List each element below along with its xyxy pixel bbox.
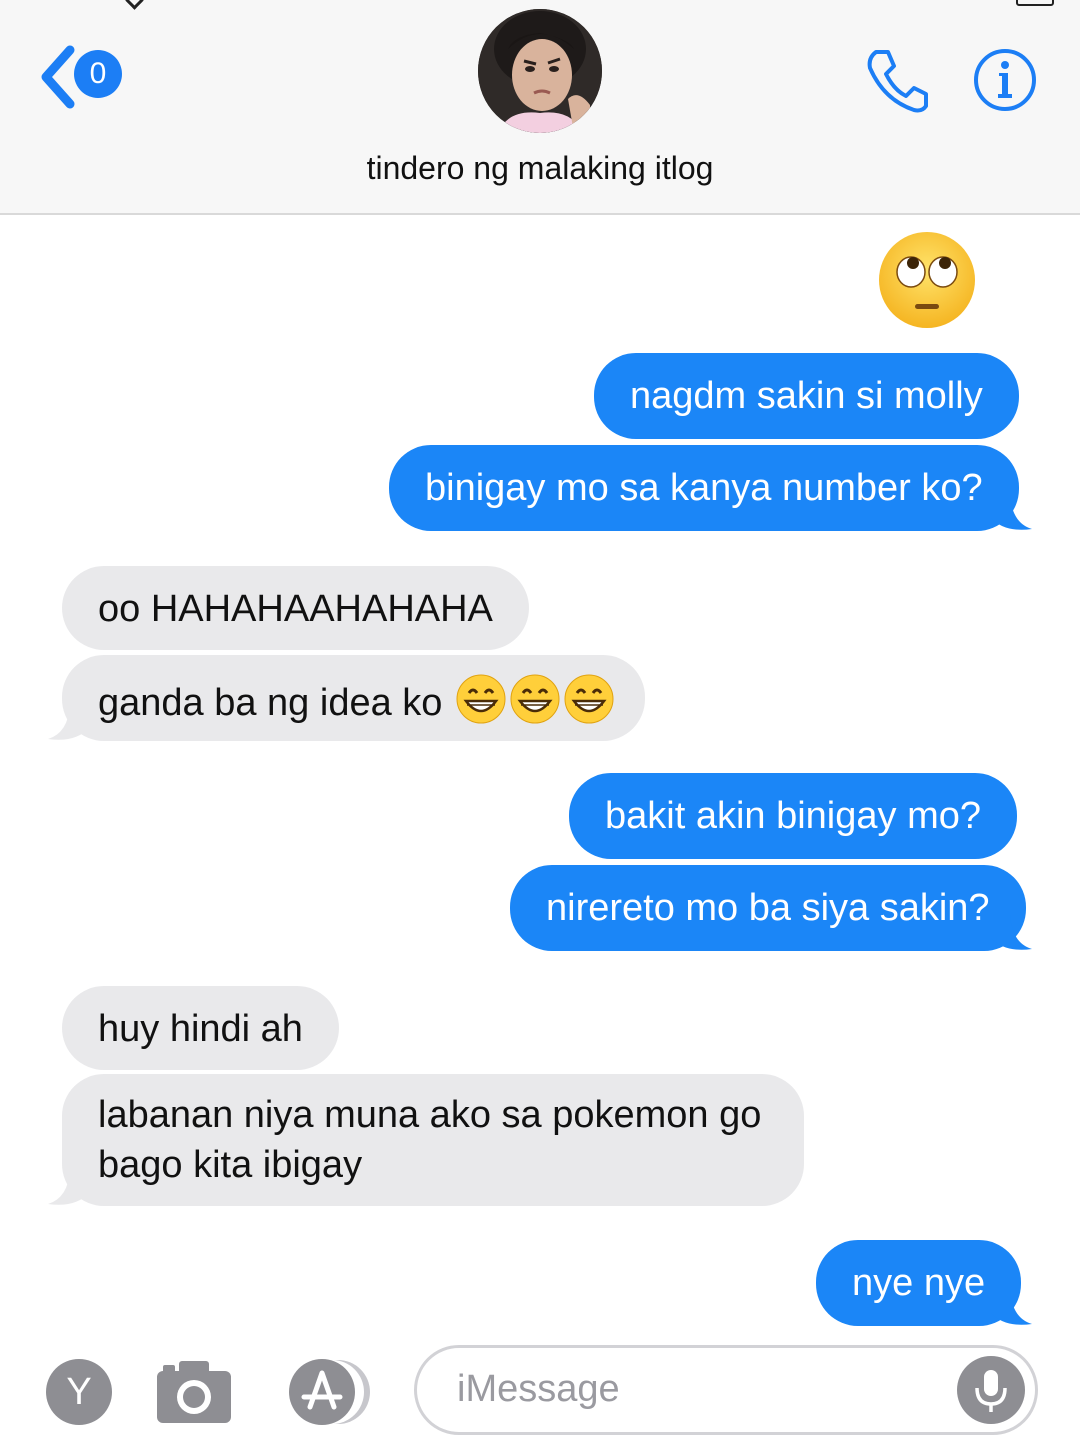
contact-avatar[interactable]: [478, 9, 602, 133]
received-message-bubble[interactable]: huy hindi ah: [62, 986, 339, 1070]
app-store-button[interactable]: [282, 1357, 378, 1427]
received-message-bubble[interactable]: ganda ba ng idea ko: [62, 655, 645, 741]
message-text: nagdm sakin si molly: [630, 375, 983, 417]
message-text-line: labanan niya muna ako sa pokemon go: [98, 1094, 762, 1136]
sent-message-bubble[interactable]: nagdm sakin si molly: [594, 353, 1019, 439]
sent-bubble-tail: [990, 915, 1032, 950]
app-store-icon: [289, 1359, 370, 1425]
face-with-rolling-eyes-emoji[interactable]: [877, 230, 977, 330]
message-thread[interactable]: nagdm sakin si molly binigay mo sa kanya…: [0, 215, 1080, 1335]
message-text: huy hindi ah: [98, 1008, 303, 1050]
info-icon: [974, 49, 1036, 111]
sent-bubble-tail: [990, 495, 1032, 530]
message-text: bakit akin binigay mo?: [605, 795, 981, 837]
message-text: nirereto mo ba siya sakin?: [546, 887, 990, 929]
call-button[interactable]: [862, 46, 932, 116]
sent-bubble-tail: [990, 1290, 1032, 1325]
sent-message-bubble[interactable]: binigay mo sa kanya number ko?: [389, 445, 1019, 531]
camera-icon: [157, 1361, 231, 1423]
input-placeholder: iMessage: [457, 1368, 620, 1410]
camera-button[interactable]: [155, 1357, 233, 1425]
grinning-face-emoji: [456, 674, 506, 724]
avatar-photo: [478, 9, 602, 133]
imessage-input[interactable]: iMessage: [414, 1345, 1038, 1435]
message-text-line: bago kita ibigay: [98, 1144, 363, 1186]
y-app-button[interactable]: Y: [46, 1359, 112, 1425]
microphone-icon: [975, 1370, 1007, 1412]
received-bubble-tail: [48, 705, 90, 740]
message-text: oo HAHAHAAHAHAHA: [98, 588, 493, 630]
status-indicator-icon: [125, 0, 144, 10]
message-text: binigay mo sa kanya number ko?: [425, 467, 983, 509]
message-text: ganda ba ng idea ko: [98, 682, 443, 724]
received-message-bubble[interactable]: oo HAHAHAAHAHAHA: [62, 566, 529, 650]
received-message-bubble[interactable]: labanan niya muna ako sa pokemon go bago…: [62, 1074, 804, 1206]
sent-message-bubble[interactable]: nirereto mo ba siya sakin?: [510, 865, 1026, 951]
chevron-left-icon: [41, 45, 75, 109]
sent-message-bubble[interactable]: bakit akin binigay mo?: [569, 773, 1017, 859]
battery-icon: [1016, 0, 1054, 6]
received-bubble-tail: [48, 1170, 90, 1205]
contact-name[interactable]: tindero ng malaking itlog: [0, 150, 1080, 187]
phone-icon: [867, 50, 928, 113]
messages-screen: 0 tindero ng malaking itlog nagdm sakin …: [0, 0, 1080, 1442]
message-composer: Y iMessage: [0, 1335, 1080, 1442]
grinning-face-emoji: [564, 674, 614, 724]
status-bar: [0, 0, 1080, 10]
info-button[interactable]: [973, 48, 1037, 112]
microphone-button[interactable]: [957, 1356, 1025, 1424]
grinning-face-emoji: [510, 674, 560, 724]
message-text: nye nye: [852, 1262, 986, 1304]
conversation-header: 0 tindero ng malaking itlog: [0, 0, 1080, 215]
unread-count-badge[interactable]: 0: [74, 50, 122, 98]
